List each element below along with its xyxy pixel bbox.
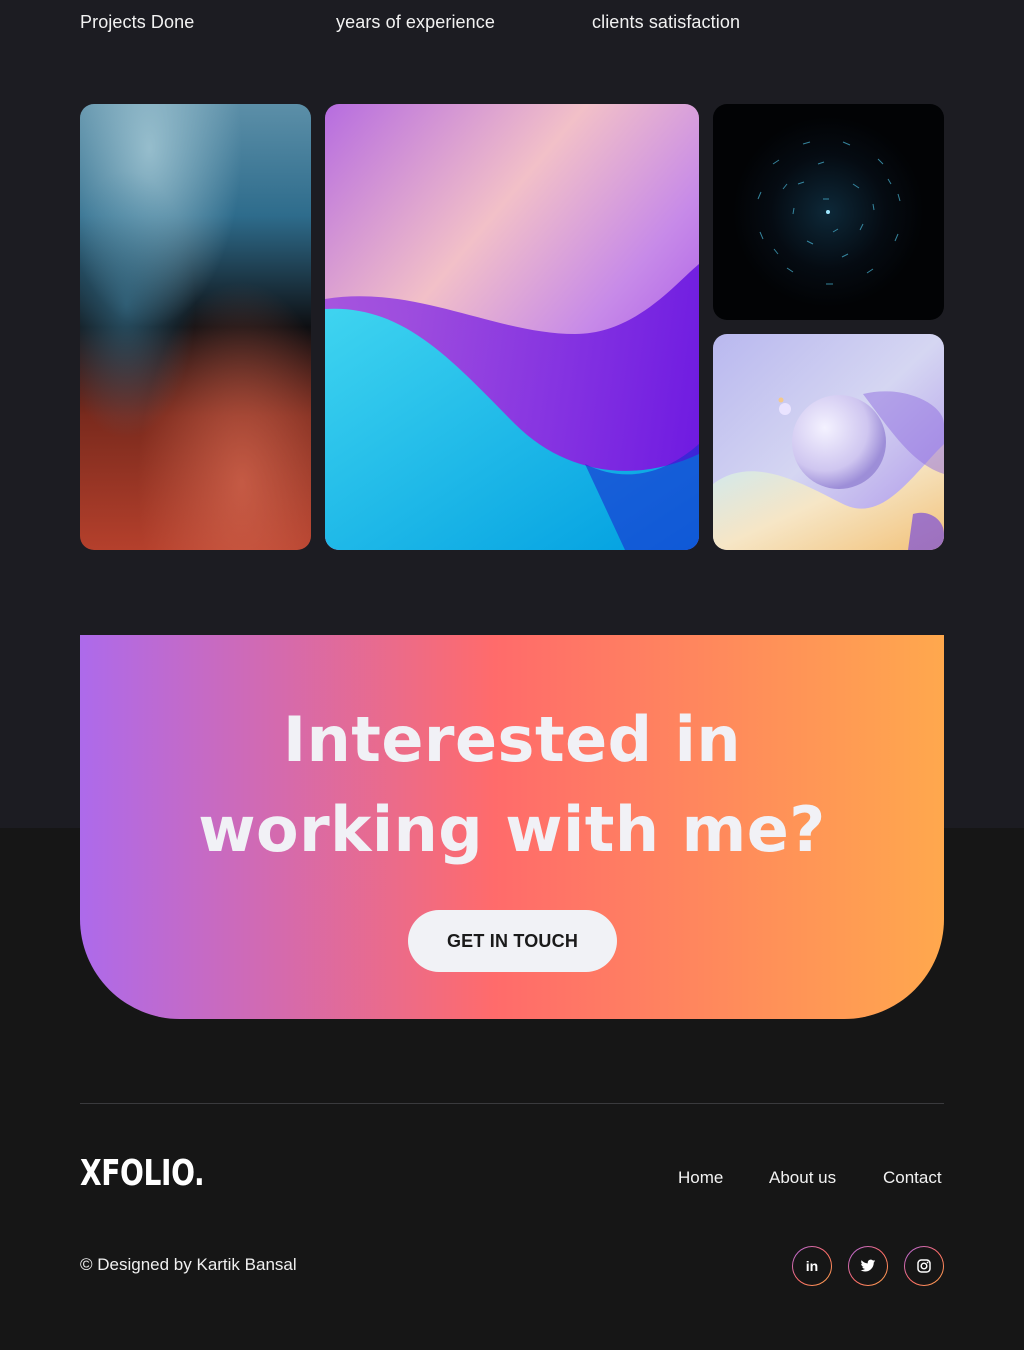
cta-banner: Interested in working with me? GET IN TO…	[80, 635, 944, 1019]
gallery-image-fluid-art	[80, 104, 311, 550]
stat-satisfaction-label: clients satisfaction	[592, 12, 741, 32]
stats-row: Projects Done years of experience client…	[80, 12, 944, 42]
gallery-image-particle-sphere	[713, 104, 944, 320]
instagram-icon	[917, 1259, 931, 1273]
get-in-touch-button[interactable]: GET IN TOUCH	[408, 910, 617, 972]
cta-title: Interested in working with me?	[80, 695, 944, 875]
cta-title-line-1: Interested in	[283, 703, 741, 776]
cta-title-line-2: working with me?	[198, 793, 826, 866]
footer-logo[interactable]: XFOLIO.	[80, 1153, 205, 1195]
gallery-image-purple-waves	[325, 104, 699, 550]
footer-divider	[80, 1103, 944, 1104]
linkedin-icon: in	[805, 1258, 819, 1274]
twitter-button[interactable]	[848, 1246, 888, 1286]
copyright-text: © Designed by Kartik Bansal	[80, 1255, 297, 1274]
stat-experience-label: years of experience	[336, 12, 495, 32]
linkedin-button[interactable]: in	[792, 1246, 832, 1286]
page: Projects Done years of experience client…	[0, 0, 1024, 1350]
instagram-button[interactable]	[904, 1246, 944, 1286]
footer-nav-home[interactable]: Home	[678, 1168, 723, 1192]
gallery-image-pastel-spheres	[713, 334, 944, 550]
footer-nav-about[interactable]: About us	[769, 1168, 836, 1192]
twitter-icon	[860, 1259, 876, 1272]
footer-nav-contact[interactable]: Contact	[883, 1168, 942, 1192]
stat-projects-label: Projects Done	[80, 12, 195, 32]
